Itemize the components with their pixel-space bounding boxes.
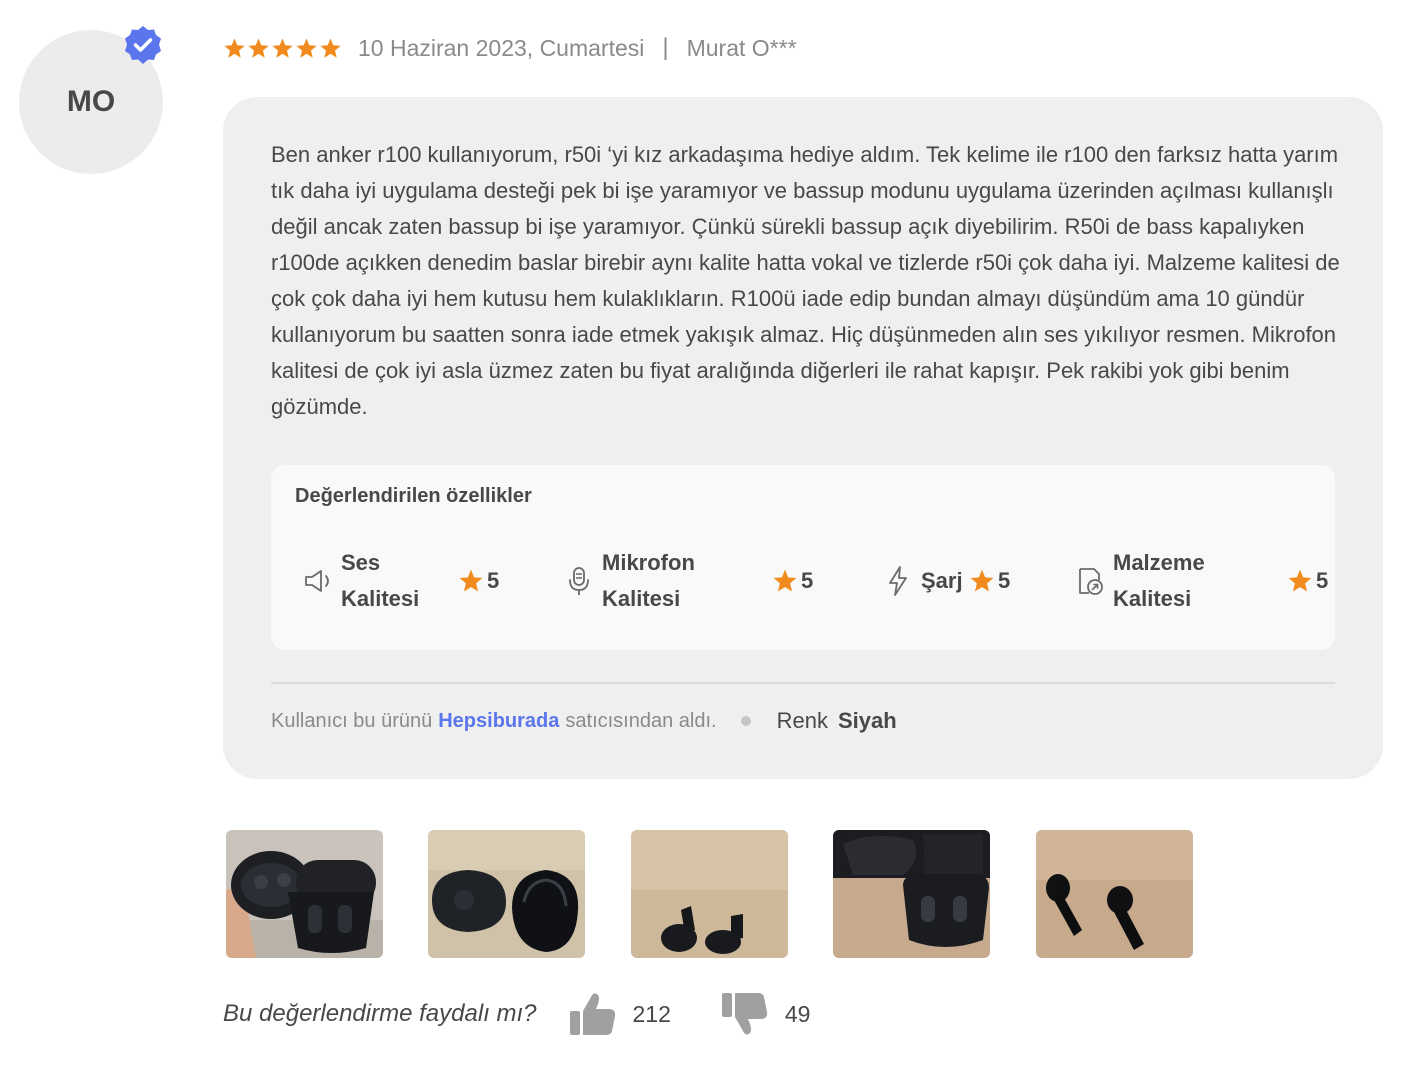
bullet-separator — [740, 716, 751, 726]
feature-rating-value: 5 — [998, 568, 1011, 593]
star-rating — [223, 37, 342, 60]
earbuds-pair-photo — [1036, 830, 1193, 958]
review-photo[interactable] — [833, 830, 990, 958]
review-header: 10 Haziran 2023, Cumartesi | Murat O*** — [223, 30, 797, 66]
dislike-button[interactable]: 49 — [719, 989, 811, 1039]
star-icon — [970, 569, 994, 592]
material-icon — [1079, 568, 1103, 595]
review-photo[interactable] — [226, 830, 383, 958]
star-icon — [296, 37, 317, 58]
closed-cases-photo — [428, 830, 585, 958]
review-item: MO 10 Haziran 2023, Cumartesi | Murat O*… — [0, 0, 1410, 1084]
star-icon — [248, 37, 269, 58]
helpful-question: Bu değerlendirme faydalı mı? — [223, 1000, 537, 1027]
feature-name-line1: Mikrofon — [602, 550, 695, 575]
reviewer-name: Murat O*** — [686, 34, 797, 61]
earbuds-on-table-photo — [631, 830, 788, 958]
feature-rating-value: 5 — [487, 568, 500, 593]
review-photo[interactable] — [1036, 830, 1193, 958]
seller-link[interactable]: Hepsiburada — [438, 710, 559, 733]
star-icon — [1288, 569, 1312, 592]
open-case-photo — [833, 830, 990, 958]
feature-rating: 5 — [772, 568, 813, 594]
review-photo[interactable] — [631, 830, 788, 958]
earbuds-in-open-case-photo — [226, 830, 383, 958]
feature-rating: 5 — [969, 568, 1010, 594]
features-title: Değerlendirilen özellikler — [295, 485, 532, 507]
star-icon — [459, 569, 483, 592]
feature-rating: 5 — [458, 568, 499, 594]
feature-rating-value: 5 — [801, 568, 814, 593]
like-button[interactable]: 212 — [567, 989, 671, 1039]
rated-features-panel: Değerlendirilen özellikler Ses Kalitesi … — [271, 465, 1335, 650]
seller-info: Kullanıcı bu ürünü Hepsiburada satıcısın… — [271, 703, 897, 739]
feature-name-line1: Malzeme — [1113, 550, 1205, 575]
star-icon — [773, 569, 797, 592]
header-separator: | — [662, 34, 669, 61]
helpful-section: Bu değerlendirme faydalı mı? 212 49 — [223, 992, 810, 1036]
verified-badge-icon — [125, 26, 161, 64]
avatar-initials: MO — [66, 85, 116, 118]
like-count: 212 — [632, 1000, 671, 1027]
card-divider — [271, 682, 1335, 684]
feature-sound-quality: Ses Kalitesi 5 — [301, 545, 506, 617]
review-photo[interactable] — [428, 830, 585, 958]
review-text: Ben anker r100 kullanıyorum, r50i ‘yi kı… — [271, 142, 1340, 419]
star-icon — [224, 37, 245, 58]
thumbs-down-icon — [721, 993, 768, 1035]
seller-prefix: Kullanıcı bu ürünü — [271, 709, 433, 732]
star-icon — [272, 37, 293, 58]
microphone-icon — [569, 567, 589, 595]
review-date: 10 Haziran 2023, Cumartesi — [358, 34, 645, 61]
feature-name-line1: Şarj — [921, 568, 963, 593]
feature-microphone-quality: Mikrofon Kalitesi 5 — [562, 545, 832, 617]
feature-material-quality: Malzeme Kalitesi 5 — [1073, 545, 1335, 617]
review-card: Ben anker r100 kullanıyorum, r50i ‘yi kı… — [223, 97, 1383, 779]
lightning-icon — [889, 566, 907, 596]
star-icon — [320, 37, 341, 58]
seller-suffix: satıcısından aldı. — [565, 709, 717, 732]
feature-name-line2: Kalitesi — [341, 586, 420, 611]
thumbs-up-icon — [569, 993, 615, 1035]
feature-name-line2: Kalitesi — [1113, 586, 1192, 611]
color-label: Renk — [776, 708, 828, 733]
speaker-icon — [305, 570, 329, 592]
feature-rating: 5 — [1287, 568, 1328, 594]
feature-charging: Şarj 5 — [881, 545, 1031, 617]
color-value: Siyah — [837, 708, 897, 733]
dislike-count: 49 — [784, 1000, 811, 1027]
feature-name-line2: Kalitesi — [602, 586, 681, 611]
feature-name-line1: Ses — [341, 550, 381, 575]
feature-rating-value: 5 — [1316, 568, 1329, 593]
